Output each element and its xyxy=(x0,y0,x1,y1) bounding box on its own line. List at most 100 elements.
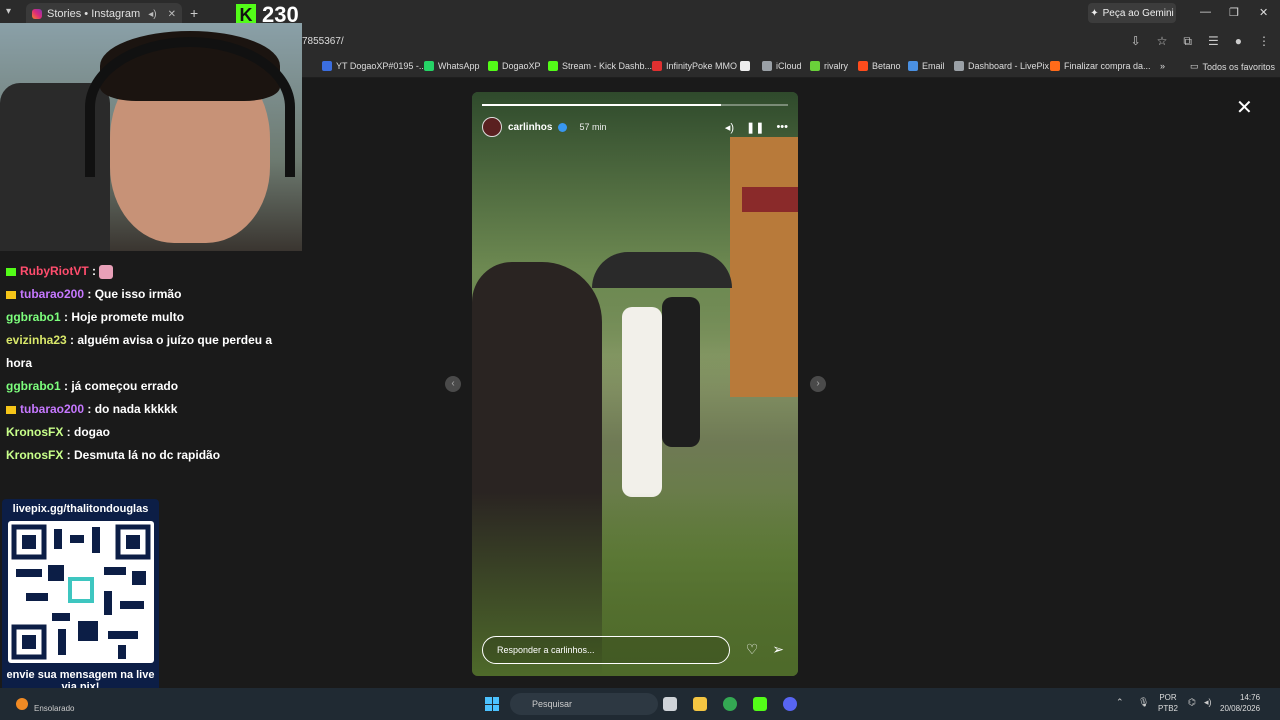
chat-username[interactable]: KronosFX xyxy=(6,425,63,439)
story-username[interactable]: carlinhos xyxy=(508,122,552,133)
weather-sun-icon xyxy=(16,698,28,710)
volume-icon[interactable]: ◂) xyxy=(1204,697,1212,708)
bookmarks-overflow-icon[interactable]: » xyxy=(1160,61,1165,71)
tray-overflow-icon[interactable]: ⌃ xyxy=(1116,697,1124,708)
chat-text: dogao xyxy=(74,425,111,439)
clock-time: 14:76 xyxy=(1240,693,1261,702)
chat-text: Que isso irmão xyxy=(94,287,182,301)
microphone-icon[interactable]: 🎙 xyxy=(1138,697,1149,708)
share-send-icon[interactable]: ➢ xyxy=(772,641,784,658)
profile-avatar-icon[interactable]: ● xyxy=(1235,34,1242,49)
bookmark-item[interactable]: InfinityPoke MMO xyxy=(652,61,737,71)
headphones xyxy=(85,37,295,177)
chat-username[interactable]: KronosFX xyxy=(6,448,63,462)
story-card[interactable]: carlinhos 57 min ◂) ❚❚ ••• Responder a c… xyxy=(472,92,798,676)
keyboard-layout: PTB2 xyxy=(1158,704,1179,713)
qr-code xyxy=(8,521,154,663)
network-icon[interactable]: ⌬ xyxy=(1188,697,1196,708)
chat-separator: : xyxy=(63,448,75,462)
chat-text: do nada kkkkk xyxy=(94,402,178,416)
url-field[interactable]: 7855367/ xyxy=(302,36,344,47)
previous-story-icon[interactable]: ‹ xyxy=(445,376,461,392)
wooden-house xyxy=(730,137,798,397)
pause-icon[interactable]: ❚❚ xyxy=(746,121,764,134)
reply-input[interactable]: Responder a carlinhos... xyxy=(482,636,730,664)
bookmark-item[interactable]: Betano xyxy=(858,61,901,71)
chat-separator: : xyxy=(63,425,75,439)
story-avatar[interactable] xyxy=(482,117,502,137)
chat-message: RubyRiotVT : xyxy=(0,260,300,283)
bookmark-item[interactable]: Finalizar compra da... xyxy=(1050,61,1151,71)
story-controls: ◂) ❚❚ ••• xyxy=(725,121,788,134)
chat-message: KronosFX : dogao xyxy=(0,421,300,444)
bookmark-star-icon[interactable]: ☆ xyxy=(1157,34,1168,49)
bookmark-label: Stream - Kick Dashb... xyxy=(562,61,653,71)
bookmark-favicon-icon xyxy=(858,61,868,71)
chrome-icon[interactable] xyxy=(723,697,737,711)
story-header: carlinhos 57 min ◂) ❚❚ ••• xyxy=(482,116,788,138)
chat-message: tubarao200 : do nada kkkkk xyxy=(0,398,300,421)
tab-instagram-stories[interactable]: Stories • Instagram ◂) ✕ xyxy=(26,3,182,25)
menu-kebab-icon[interactable]: ⋮ xyxy=(1258,34,1270,49)
taskbar-search[interactable]: Pesquisar xyxy=(510,693,658,715)
taskbar-clock[interactable]: 14:76 20/08/2026 xyxy=(1220,692,1260,714)
bookmark-label: DogaoXP xyxy=(502,61,541,71)
task-view-icon[interactable] xyxy=(663,697,677,711)
minimize-icon[interactable]: — xyxy=(1200,6,1211,18)
chat-separator: : xyxy=(66,333,78,347)
close-story-icon[interactable]: ✕ xyxy=(1236,95,1253,120)
story-timestamp: 57 min xyxy=(579,122,607,132)
chat-username[interactable]: evizinha23 xyxy=(6,333,67,347)
chat-badge-icon xyxy=(6,267,16,276)
new-tab-button[interactable]: + xyxy=(190,5,198,21)
bookmark-item[interactable]: WhatsApp xyxy=(424,61,480,71)
person-black-outfit xyxy=(662,297,700,447)
chat-username[interactable]: tubarao200 xyxy=(20,402,84,416)
bookmark-item[interactable]: Email xyxy=(908,61,945,71)
bookmark-label: InfinityPoke MMO xyxy=(666,61,738,71)
chat-separator: : xyxy=(60,379,72,393)
bookmark-item[interactable]: Dashboard - LivePix xyxy=(954,61,1049,71)
bookmark-item[interactable]: rivalry xyxy=(810,61,848,71)
restore-icon[interactable]: ❐ xyxy=(1229,6,1239,19)
bookmark-item[interactable]: Stream - Kick Dashb... xyxy=(548,61,652,71)
install-app-icon[interactable]: ⇩ xyxy=(1131,34,1141,49)
chat-username[interactable]: ggbrabo1 xyxy=(6,310,61,324)
tab-title: Stories • Instagram xyxy=(47,8,141,20)
next-story-icon[interactable]: › xyxy=(810,376,826,392)
chat-username[interactable]: RubyRiotVT xyxy=(20,264,89,278)
bookmark-label: Dashboard - LivePix xyxy=(968,61,1050,71)
chat-username[interactable]: tubarao200 xyxy=(20,287,84,301)
chat-username[interactable]: ggbrabo1 xyxy=(6,379,61,393)
bookmark-label: Email xyxy=(922,61,945,71)
window-close-icon[interactable]: ✕ xyxy=(1259,6,1268,19)
start-windows-icon[interactable] xyxy=(485,697,499,711)
like-heart-icon[interactable]: ♡ xyxy=(746,641,759,658)
language-indicator[interactable]: POR PTB2 xyxy=(1158,692,1178,714)
bookmark-item[interactable]: YT DogaoXP#0195 -... xyxy=(322,61,426,71)
bookmark-favicon-icon xyxy=(908,61,918,71)
emote-icon xyxy=(99,264,114,279)
bookmark-item[interactable] xyxy=(740,61,754,71)
bookmark-favicon-icon xyxy=(762,61,772,71)
close-tab-icon[interactable]: ✕ xyxy=(168,9,176,20)
tab-search-icon[interactable]: ▾ xyxy=(6,6,11,17)
bookmark-favicon-icon xyxy=(488,61,498,71)
ask-gemini-button[interactable]: ✦ Peça ao Gemini xyxy=(1088,3,1176,23)
extensions-icon[interactable]: ⧉ xyxy=(1183,34,1192,49)
weather-label[interactable]: Ensolarado xyxy=(34,704,74,713)
tab-search-list-icon[interactable]: ☰ xyxy=(1208,34,1219,49)
mute-tab-icon[interactable]: ◂) xyxy=(148,9,156,20)
mute-icon[interactable]: ◂) xyxy=(725,121,734,134)
bookmark-item[interactable]: iCloud xyxy=(762,61,802,71)
bookmark-favicon-icon xyxy=(322,61,332,71)
all-bookmarks-folder[interactable]: ▭ Todos os favoritos xyxy=(1190,61,1275,72)
chat-text: Desmuta lá no dc rapidão xyxy=(74,448,221,462)
file-explorer-icon[interactable] xyxy=(693,697,707,711)
discord-icon[interactable] xyxy=(783,697,797,711)
kick-app-icon[interactable] xyxy=(753,697,767,711)
more-options-icon[interactable]: ••• xyxy=(776,121,788,134)
instagram-icon xyxy=(32,9,42,19)
livepix-qr-panel: livepix.gg/thalitondouglas envie sua men… xyxy=(2,499,159,702)
bookmark-item[interactable]: DogaoXP xyxy=(488,61,541,71)
